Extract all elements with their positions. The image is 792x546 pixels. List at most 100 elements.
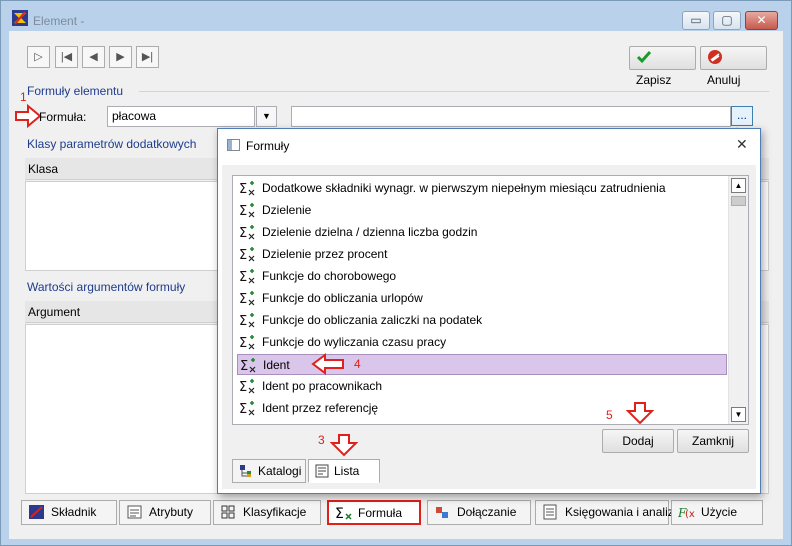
list-item-label: Dzielenie przez procent xyxy=(262,247,388,261)
formula-dropdown-button[interactable]: ▼ xyxy=(256,106,277,127)
tab-dolaczanie[interactable]: Dołączanie xyxy=(427,500,531,525)
sigma-formula-icon: Σ xyxy=(239,400,257,417)
annotation-4: 4 xyxy=(354,357,361,371)
chevron-down-icon: ▼ xyxy=(262,111,271,121)
class-column-header: Klasa xyxy=(28,162,59,176)
dialog-title: Formuły xyxy=(246,139,290,153)
scroll-thumb[interactable] xyxy=(731,196,746,206)
scroll-down-button[interactable]: ▼ xyxy=(731,407,746,422)
close-dialog-button[interactable]: Zamknij xyxy=(677,429,749,453)
minimize-button[interactable]: ▭ xyxy=(682,11,710,30)
list-item-label: Dzielenie dzielna / dzienna liczba godzi… xyxy=(262,225,478,239)
list-item[interactable]: Σ Ident po pracownikach xyxy=(237,376,727,397)
formula-combobox[interactable]: płacowa xyxy=(107,106,255,127)
scroll-up-button[interactable]: ▲ xyxy=(731,178,746,193)
browse-formula-button[interactable]: ... xyxy=(731,106,753,126)
svg-text:Σ: Σ xyxy=(239,226,247,241)
tab-label: Księgowania i analizy xyxy=(565,505,680,519)
list-item[interactable]: Σ Dzielenie xyxy=(237,200,727,221)
svg-text:Σ: Σ xyxy=(239,336,247,351)
svg-text:Σ: Σ xyxy=(239,402,247,417)
annotation-1: 1 xyxy=(20,90,27,104)
tab-formula[interactable]: Σ Formuła xyxy=(327,500,421,525)
tab-katalogi[interactable]: Katalogi xyxy=(232,459,306,483)
separator xyxy=(139,91,769,92)
tab-lista[interactable]: Lista xyxy=(308,459,380,483)
list-item[interactable]: Σ Funkcje do obliczania zaliczki na podat… xyxy=(237,310,727,331)
cancel-button[interactable]: Anuluj xyxy=(700,46,767,87)
list-item[interactable]: Σ Funkcje do obliczania urlopów xyxy=(237,288,727,309)
nav-first-record-button[interactable]: |◀ xyxy=(55,46,78,68)
svg-text:Σ: Σ xyxy=(239,292,247,307)
list-item-label: Dzielenie xyxy=(262,203,312,217)
params-section-heading: Klasy parametrów dodatkowych xyxy=(27,137,197,151)
list-item[interactable]: Σ Dzielenie przez procent xyxy=(237,244,727,265)
sigma-formula-icon: Σ xyxy=(239,202,257,219)
down-arrow-annotation-icon xyxy=(626,402,654,425)
scroll-up-icon: ▲ xyxy=(734,181,743,190)
attach-icon xyxy=(436,507,448,518)
app-icon xyxy=(12,10,28,26)
checkmark-icon xyxy=(636,51,652,64)
list-item[interactable]: Σ Funkcje do wyliczania czasu pracy xyxy=(237,332,727,353)
args-section-heading: Wartości argumentów formuły xyxy=(27,280,186,294)
formula-description-field[interactable] xyxy=(291,106,731,127)
list-item-label: Ident po pracownikach xyxy=(262,379,383,393)
add-button[interactable]: Dodaj xyxy=(602,429,674,453)
tab-label: Atrybuty xyxy=(149,505,194,519)
tab-ksiegowania[interactable]: Księgowania i analizy xyxy=(535,500,680,525)
cancel-label: Anuluj xyxy=(707,73,741,87)
tab-label: Klasyfikacje xyxy=(243,505,307,519)
tab-label: Użycie xyxy=(701,505,738,519)
maximize-icon: ▢ xyxy=(721,13,733,27)
left-arrow-annotation-icon xyxy=(311,353,345,375)
sigma-formula-icon: Σ xyxy=(239,312,257,329)
sigma-formula-icon: Σ xyxy=(239,224,257,241)
sigma-formula-icon: Σ xyxy=(239,180,257,197)
minimize-icon: ▭ xyxy=(690,13,702,27)
maximize-button[interactable]: ▢ xyxy=(713,11,741,30)
formulas-dialog: Formuły ✕ ▲ ▼ Σ Dodatkowe składniki wynag… xyxy=(217,128,761,494)
vertical-scrollbar[interactable]: ▲ ▼ xyxy=(728,176,748,424)
close-button[interactable]: ✕ xyxy=(745,11,778,30)
down-arrow-annotation-icon xyxy=(330,434,358,457)
svg-text:Σ: Σ xyxy=(239,204,247,219)
nav-prev-button[interactable]: ◀ xyxy=(82,46,105,68)
list-item-label: Funkcje do obliczania zaliczki na podate… xyxy=(262,313,483,327)
formula-section-heading: Formuły elementu xyxy=(27,84,124,98)
tab-label: Formuła xyxy=(358,506,403,520)
list-item[interactable]: Σ Dodatkowe składniki wynagr. w pierwszym… xyxy=(237,178,727,199)
svg-text:Σ: Σ xyxy=(239,380,247,395)
save-button[interactable]: Zapisz xyxy=(629,46,696,87)
svg-text:Σ: Σ xyxy=(239,248,247,263)
annotation-5: 5 xyxy=(606,408,613,422)
scroll-down-icon: ▼ xyxy=(734,410,743,419)
tab-uzycie[interactable]: F(x) Użycie xyxy=(671,500,763,525)
dialog-body: ▲ ▼ Σ Dodatkowe składniki wynagr. w pierw… xyxy=(222,165,756,489)
sigma-formula-icon: Σ xyxy=(335,506,352,521)
tab-skladnik[interactable]: Składnik xyxy=(21,500,117,525)
tab-klasyfikacje[interactable]: Klasyfikacje xyxy=(213,500,321,525)
list-item[interactable]: Σ Funkcje do chorobowego xyxy=(237,266,727,287)
sigma-formula-icon: Σ xyxy=(240,357,258,374)
list-item[interactable]: Σ Dzielenie dzielna / dzienna liczba godz… xyxy=(237,222,727,243)
sigma-formula-icon: Σ xyxy=(239,334,257,351)
tab-label: Dołączanie xyxy=(457,505,517,519)
tab-atrybuty[interactable]: Atrybuty xyxy=(119,500,211,525)
tab-label: Lista xyxy=(334,464,360,478)
list-item-label: Ident xyxy=(263,358,290,372)
list-item-label: Funkcje do chorobowego xyxy=(262,269,397,283)
classification-icon xyxy=(221,505,235,519)
nav-next-button[interactable]: ▶ xyxy=(109,46,132,68)
argument-column-header: Argument xyxy=(28,305,81,319)
window-title: Element - xyxy=(33,14,85,28)
list-item-label: Ident przez referencję xyxy=(262,401,379,415)
formula-list[interactable]: ▲ ▼ Σ Dodatkowe składniki wynagr. w pierw… xyxy=(232,175,749,425)
main-window: Element - ▭ ▢ ✕ ▷ |◀ ◀ ▶ ▶| Zapisz Anulu… xyxy=(0,0,792,546)
function-icon: F(x) xyxy=(678,506,695,520)
nav-last-button[interactable]: ▶| xyxy=(136,46,159,68)
next-icon: ▶ xyxy=(116,51,125,63)
nav-first-button[interactable]: ▷ xyxy=(27,46,50,68)
dialog-close-button[interactable]: ✕ xyxy=(736,136,748,153)
svg-text:(x): (x) xyxy=(685,509,695,520)
